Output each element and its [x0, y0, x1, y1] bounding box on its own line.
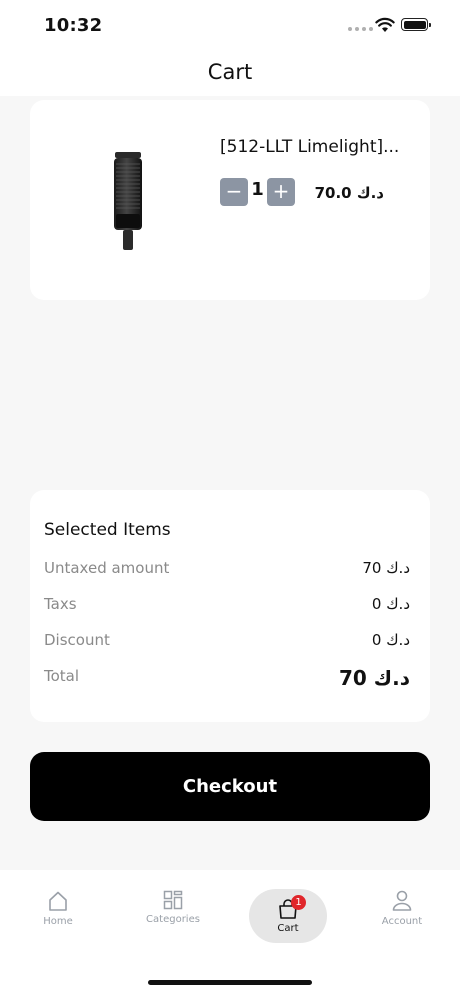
summary-title: Selected Items [44, 520, 171, 540]
product-name[interactable]: [512-LLT Limelight]... [220, 137, 420, 157]
taxes-label: Taxs [44, 595, 77, 613]
order-summary-card: Selected Items Untaxed amount 70 د.ك Tax… [30, 490, 430, 722]
tab-account-label: Account [381, 916, 423, 927]
tab-cart-label: Cart [277, 923, 299, 934]
cart-count-badge: 1 [291, 895, 306, 910]
user-icon [392, 890, 412, 911]
page-title: Cart [207, 60, 253, 84]
tab-account[interactable]: Account [362, 890, 442, 927]
bottom-tab-bar: Home Categories Cart 1 Account [0, 870, 460, 995]
microphone-product-image[interactable] [110, 150, 146, 252]
grid-icon [163, 890, 183, 910]
home-icon [49, 891, 67, 911]
checkout-button[interactable]: Checkout [30, 752, 430, 821]
untaxed-amount-label: Untaxed amount [44, 559, 170, 577]
cellular-signal-icon [348, 27, 373, 31]
total-value: 70 د.ك [339, 666, 410, 690]
untaxed-amount-value: 70 د.ك [362, 559, 410, 577]
home-indicator [148, 980, 312, 985]
total-label: Total [44, 667, 80, 685]
product-price: 70.0 د.ك [314, 184, 384, 202]
tab-categories-label: Categories [146, 914, 200, 925]
status-bar: 10:32 [0, 0, 460, 54]
status-time: 10:32 [44, 15, 103, 36]
taxes-value: 0 د.ك [371, 595, 410, 613]
discount-label: Discount [44, 631, 110, 649]
tab-home[interactable]: Home [18, 890, 98, 927]
tab-categories[interactable]: Categories [133, 890, 213, 925]
increase-quantity-button[interactable]: + [267, 178, 295, 206]
battery-icon [401, 18, 431, 31]
header: Cart [0, 54, 460, 96]
tab-cart[interactable]: Cart 1 [249, 889, 327, 943]
tab-home-label: Home [43, 916, 73, 927]
wifi-icon [375, 17, 395, 32]
cart-item-card: [512-LLT Limelight]... − 1 + 70.0 د.ك [30, 100, 430, 300]
discount-value: 0 د.ك [371, 631, 410, 649]
decrease-quantity-button[interactable]: − [220, 178, 248, 206]
quantity-value: 1 [251, 179, 264, 200]
